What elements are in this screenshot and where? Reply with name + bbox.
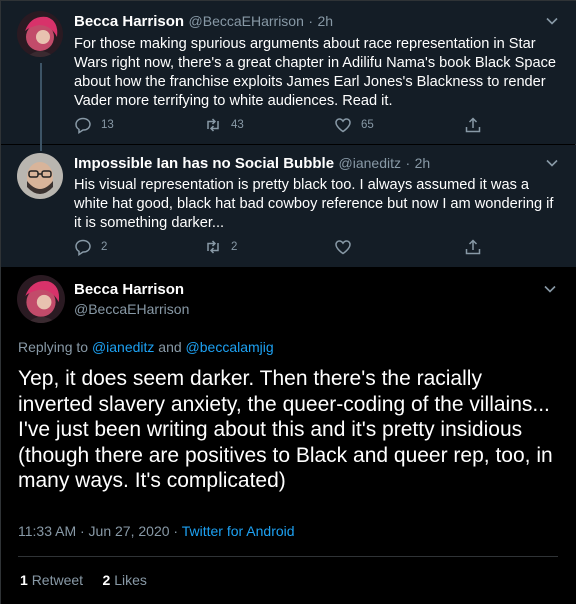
retweet-count: 2 bbox=[231, 241, 238, 253]
username[interactable]: @ianeditz bbox=[339, 155, 401, 171]
retweet-button[interactable]: 2 bbox=[204, 238, 237, 256]
retweet-count: 43 bbox=[231, 119, 244, 131]
tweet-actions: 2 2 bbox=[74, 238, 494, 258]
tweet-source[interactable]: Twitter for Android bbox=[182, 523, 295, 539]
display-name[interactable]: Becca Harrison bbox=[74, 13, 184, 30]
retweet-count: 1 bbox=[20, 572, 28, 588]
reply-count: 13 bbox=[101, 119, 114, 131]
tweet-timestamp[interactable]: 11:33 AM · Jun 27, 2020 · bbox=[18, 523, 178, 539]
like-button[interactable]: 65 bbox=[334, 116, 374, 134]
tweet-text: Yep, it does seem darker. Then there's t… bbox=[18, 367, 553, 492]
like-button[interactable] bbox=[334, 238, 361, 256]
engagement-stats: 1 Retweet 2 Likes bbox=[20, 572, 147, 588]
tweet-becca-1[interactable]: Becca Harrison @BeccaEHarrison · 2h For … bbox=[1, 1, 576, 145]
divider bbox=[18, 556, 558, 557]
timestamp[interactable]: 2h bbox=[415, 155, 431, 171]
mention-link[interactable]: @ianeditz bbox=[92, 339, 154, 355]
heart-icon bbox=[335, 240, 351, 255]
avatar[interactable] bbox=[17, 153, 63, 199]
reply-button[interactable]: 13 bbox=[74, 116, 114, 134]
separator: · bbox=[308, 13, 314, 29]
replying-to-and: and bbox=[158, 339, 182, 355]
avatar[interactable] bbox=[17, 275, 65, 323]
tweet-actions: 13 43 65 bbox=[74, 116, 494, 136]
share-button[interactable] bbox=[464, 116, 491, 134]
thread-line bbox=[40, 145, 42, 151]
timestamp[interactable]: 2h bbox=[317, 13, 333, 29]
chevron-down-icon[interactable] bbox=[543, 282, 557, 296]
tweet-thread: Becca Harrison @BeccaEHarrison · 2h For … bbox=[0, 0, 576, 604]
display-name[interactable]: Becca Harrison bbox=[74, 281, 184, 298]
username[interactable]: @BeccaEHarrison bbox=[189, 13, 304, 29]
tweet-text: For those making spurious arguments abou… bbox=[74, 36, 556, 109]
tweet-header: Becca Harrison @BeccaEHarrison · 2h bbox=[74, 13, 333, 31]
retweet-icon bbox=[207, 118, 219, 132]
tweet-text: His visual representation is pretty blac… bbox=[74, 177, 554, 231]
chevron-down-icon[interactable] bbox=[545, 14, 559, 28]
retweet-button[interactable]: 43 bbox=[204, 116, 244, 134]
display-name[interactable]: Impossible Ian has no Social Bubble bbox=[74, 155, 334, 172]
avatar[interactable] bbox=[17, 11, 63, 57]
tweet-header: Impossible Ian has no Social Bubble @ian… bbox=[74, 155, 430, 173]
thread-line bbox=[40, 63, 42, 145]
share-icon bbox=[465, 117, 481, 133]
retweet-label: Retweet bbox=[31, 572, 84, 588]
retweets-stat[interactable]: 1 Retweet bbox=[20, 572, 83, 588]
mention-link[interactable]: @beccalamjig bbox=[186, 339, 274, 355]
chevron-down-icon[interactable] bbox=[545, 156, 559, 170]
replying-to-label: Replying to bbox=[18, 339, 89, 355]
tweet-metadata: 11:33 AM · Jun 27, 2020 · Twitter for An… bbox=[18, 523, 295, 539]
like-count: 2 bbox=[102, 572, 111, 588]
likes-stat[interactable]: 2 Likes bbox=[103, 572, 147, 588]
like-label: Likes bbox=[114, 572, 147, 588]
tweet-ian[interactable]: Impossible Ian has no Social Bubble @ian… bbox=[1, 145, 576, 267]
replying-to: Replying to @ianeditz and @beccalamjig bbox=[18, 339, 274, 355]
share-icon bbox=[465, 239, 481, 255]
reply-button[interactable]: 2 bbox=[74, 238, 107, 256]
reply-count: 2 bbox=[101, 241, 108, 253]
heart-icon bbox=[335, 118, 351, 133]
separator: · bbox=[405, 155, 411, 171]
reply-icon bbox=[75, 239, 91, 256]
retweet-icon bbox=[207, 240, 219, 254]
like-count: 65 bbox=[361, 119, 374, 131]
reply-icon bbox=[75, 117, 91, 134]
share-button[interactable] bbox=[464, 238, 491, 256]
username[interactable]: @BeccaEHarrison bbox=[74, 301, 189, 317]
